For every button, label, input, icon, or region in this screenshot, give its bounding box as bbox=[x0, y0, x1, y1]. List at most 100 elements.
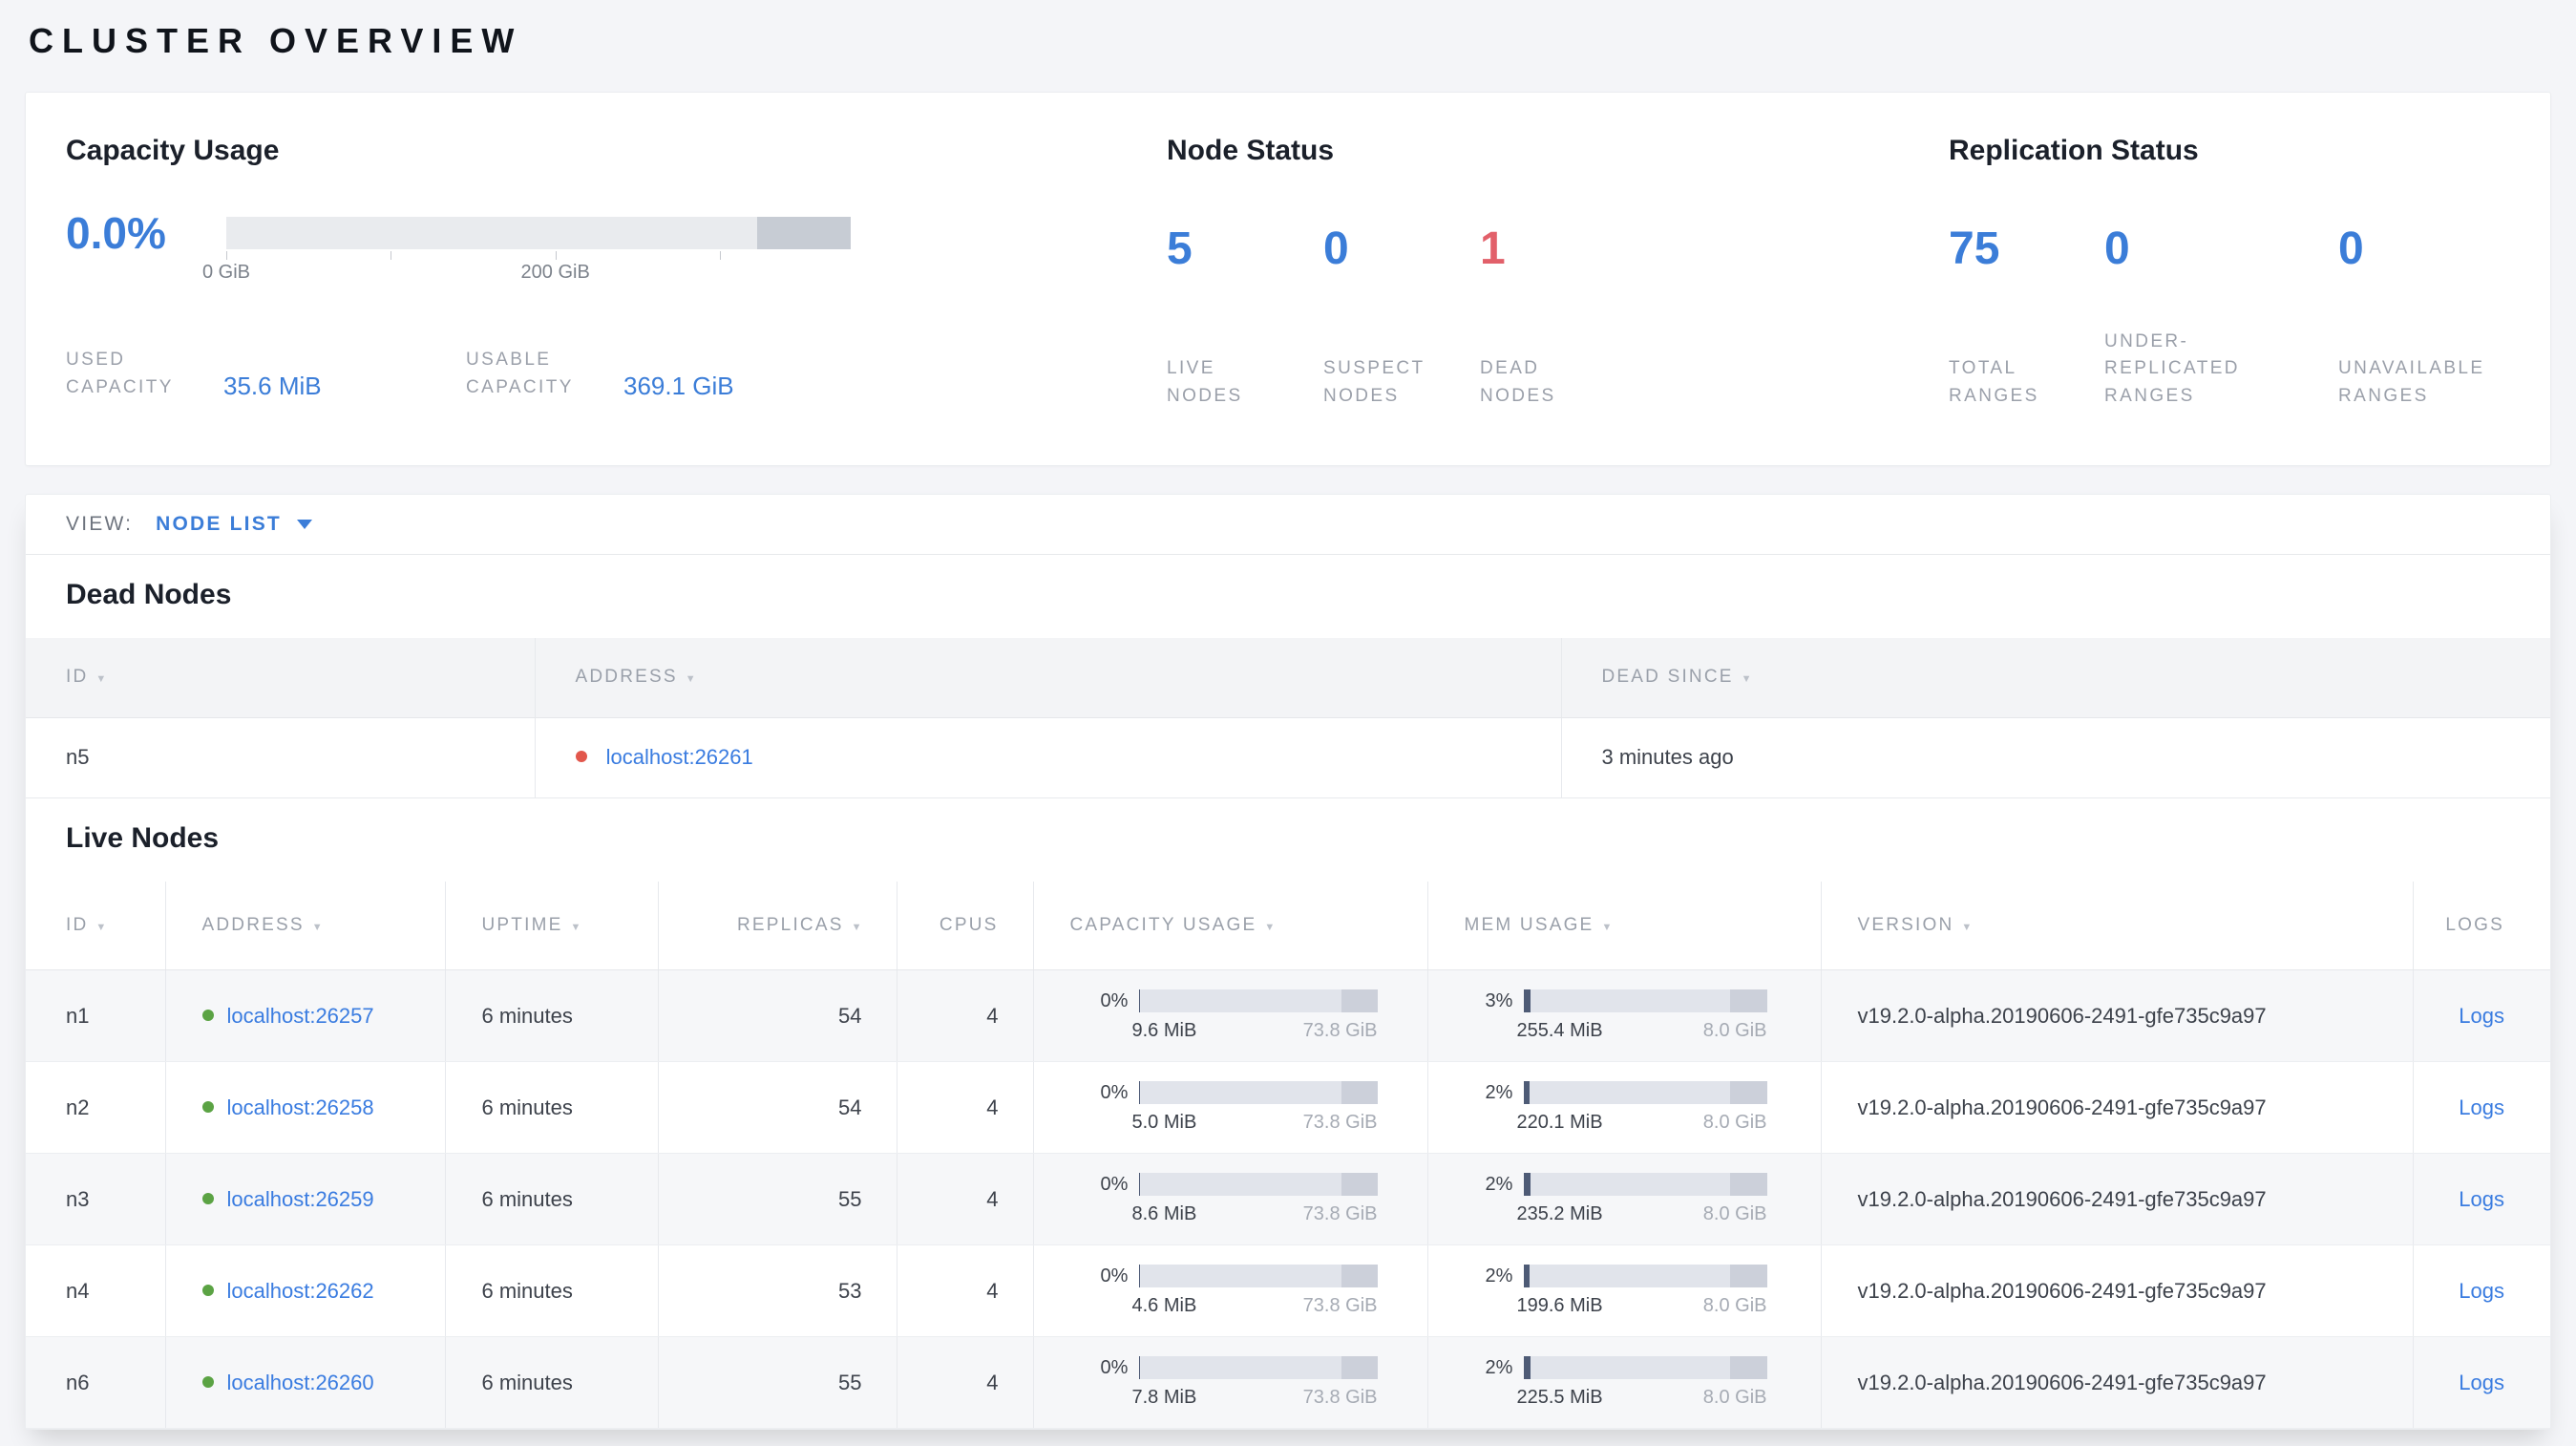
column-header-version[interactable]: VERSION ▼ bbox=[1820, 881, 2413, 970]
mem-used: 225.5 MiB bbox=[1516, 1387, 1603, 1408]
node-mem-usage: 2% 235.2 MiB 8.0 GiB bbox=[1426, 1153, 1821, 1245]
mem-percent: 2% bbox=[1485, 1265, 1513, 1287]
column-header-capacity-usage[interactable]: CAPACITY USAGE ▼ bbox=[1032, 881, 1427, 970]
sort-icon: ▼ bbox=[1601, 921, 1613, 933]
column-header-logs: LOGS bbox=[2412, 881, 2550, 970]
column-header-address[interactable]: ADDRESS ▼ bbox=[534, 638, 1561, 718]
mem-used: 255.4 MiB bbox=[1516, 1020, 1603, 1041]
node-capacity-usage: 0% 7.8 MiB 73.8 GiB bbox=[1032, 1336, 1427, 1429]
capacity-bar bbox=[1138, 989, 1378, 1012]
node-status-section: Node Status 5 LIVE NODES 0 SUSPECT NODES… bbox=[1163, 93, 1945, 465]
logs-link[interactable]: Logs bbox=[2459, 1095, 2504, 1119]
suspect-nodes-label: SUSPECT NODES bbox=[1323, 358, 1425, 406]
node-cpus: 4 bbox=[896, 1153, 1033, 1245]
node-address-link[interactable]: localhost:26262 bbox=[227, 1279, 374, 1303]
table-row: n4 localhost:26262 6 minutes 53 4 0% 4.6… bbox=[26, 1244, 2550, 1337]
capacity-used: 8.6 MiB bbox=[1131, 1203, 1197, 1224]
view-label: VIEW: bbox=[66, 513, 134, 535]
column-header-uptime[interactable]: UPTIME ▼ bbox=[444, 881, 658, 970]
node-id: n3 bbox=[26, 1153, 165, 1245]
node-mem-usage: 2% 199.6 MiB 8.0 GiB bbox=[1426, 1244, 1821, 1337]
node-uptime: 6 minutes bbox=[444, 969, 658, 1062]
mem-bar bbox=[1523, 1356, 1767, 1379]
node-list-panel: VIEW: NODE LIST Dead Nodes ID ▼ ADDRESS ▼ … bbox=[25, 494, 2551, 1430]
summary-card: Capacity Usage 0.0% 0 GiB 200 GiB USED C… bbox=[25, 92, 2551, 466]
capacity-total: 73.8 GiB bbox=[1302, 1295, 1378, 1316]
table-row: n6 localhost:26260 6 minutes 55 4 0% 7.8… bbox=[26, 1336, 2550, 1429]
node-capacity-usage: 0% 8.6 MiB 73.8 GiB bbox=[1032, 1153, 1427, 1245]
table-row: n3 localhost:26259 6 minutes 55 4 0% 8.6… bbox=[26, 1153, 2550, 1245]
total-ranges-count: 75 bbox=[1949, 223, 2000, 274]
capacity-percent: 0% bbox=[1100, 1173, 1129, 1195]
view-selector[interactable]: NODE LIST bbox=[156, 513, 312, 536]
replication-status-title: Replication Status bbox=[1949, 135, 2199, 166]
node-capacity-usage: 0% 9.6 MiB 73.8 GiB bbox=[1032, 969, 1427, 1062]
logs-link[interactable]: Logs bbox=[2459, 1187, 2504, 1211]
node-address-link[interactable]: localhost:26261 bbox=[606, 745, 753, 769]
node-address-link[interactable]: localhost:26258 bbox=[227, 1095, 374, 1119]
node-id: n6 bbox=[26, 1336, 165, 1429]
sort-icon: ▼ bbox=[1961, 921, 1973, 933]
suspect-nodes-count: 0 bbox=[1323, 223, 1349, 274]
capacity-used: 7.8 MiB bbox=[1131, 1387, 1197, 1408]
column-header-mem-usage[interactable]: MEM USAGE ▼ bbox=[1426, 881, 1821, 970]
node-id: n2 bbox=[26, 1061, 165, 1154]
mem-total: 8.0 GiB bbox=[1702, 1112, 1767, 1133]
mem-total: 8.0 GiB bbox=[1702, 1295, 1767, 1316]
capacity-percent: 0% bbox=[1100, 1081, 1129, 1103]
node-address-link[interactable]: localhost:26257 bbox=[227, 1004, 374, 1028]
used-capacity-stat: USED CAPACITY 35.6 MiB bbox=[66, 347, 466, 401]
view-selected-value: NODE LIST bbox=[156, 513, 282, 535]
capacity-used: 9.6 MiB bbox=[1131, 1020, 1197, 1041]
dead-nodes-table: ID ▼ ADDRESS ▼ DEAD SINCE ▼ n5 localhost:26… bbox=[26, 638, 2550, 798]
view-bar: VIEW: NODE LIST bbox=[26, 495, 2550, 555]
used-capacity-value: 35.6 MiB bbox=[223, 372, 322, 401]
column-header-id[interactable]: ID ▼ bbox=[26, 638, 535, 718]
node-cpus: 4 bbox=[896, 1336, 1033, 1429]
under-replicated-ranges-count: 0 bbox=[2104, 223, 2130, 274]
column-header-replicas[interactable]: REPLICAS ▼ bbox=[657, 881, 897, 970]
node-replicas: 53 bbox=[657, 1244, 897, 1337]
column-header-dead-since[interactable]: DEAD SINCE ▼ bbox=[1560, 638, 2550, 718]
mem-used: 220.1 MiB bbox=[1516, 1112, 1603, 1133]
sort-icon: ▼ bbox=[311, 921, 323, 933]
mem-percent: 2% bbox=[1485, 1356, 1513, 1378]
axis-tick bbox=[226, 251, 227, 260]
total-ranges-stat: 75 TOTAL RANGES bbox=[1949, 226, 2082, 410]
column-header-address[interactable]: ADDRESS ▼ bbox=[164, 881, 445, 970]
column-header-id[interactable]: ID ▼ bbox=[26, 881, 165, 970]
sort-icon: ▼ bbox=[851, 921, 862, 933]
mem-total: 8.0 GiB bbox=[1702, 1387, 1767, 1408]
dead-nodes-count: 1 bbox=[1480, 223, 1506, 274]
axis-label-0: 0 GiB bbox=[201, 262, 251, 283]
node-mem-usage: 3% 255.4 MiB 8.0 GiB bbox=[1426, 969, 1821, 1062]
capacity-axis: 0 GiB 200 GiB bbox=[202, 249, 851, 287]
capacity-total: 73.8 GiB bbox=[1302, 1020, 1378, 1041]
node-version: v19.2.0-alpha.20190606-2491-gfe735c9a97 bbox=[1820, 1336, 2413, 1429]
logs-link[interactable]: Logs bbox=[2459, 1279, 2504, 1303]
node-version: v19.2.0-alpha.20190606-2491-gfe735c9a97 bbox=[1820, 1153, 2413, 1245]
logs-link[interactable]: Logs bbox=[2459, 1004, 2504, 1028]
cluster-overview-page: CLUSTER OVERVIEW Capacity Usage 0.0% 0 G… bbox=[0, 0, 2576, 1430]
sort-icon: ▼ bbox=[570, 921, 581, 933]
live-nodes-label: LIVE NODES bbox=[1167, 358, 1243, 406]
page-title: CLUSTER OVERVIEW bbox=[29, 21, 523, 60]
under-replicated-ranges-label: UNDER-REPLICATED RANGES bbox=[2104, 330, 2240, 406]
capacity-total: 73.8 GiB bbox=[1302, 1112, 1378, 1133]
node-replicas: 55 bbox=[657, 1336, 897, 1429]
dead-nodes-label: DEAD NODES bbox=[1480, 358, 1556, 406]
node-version: v19.2.0-alpha.20190606-2491-gfe735c9a97 bbox=[1820, 1061, 2413, 1154]
mem-percent: 2% bbox=[1485, 1081, 1513, 1103]
node-mem-usage: 2% 220.1 MiB 8.0 GiB bbox=[1426, 1061, 1821, 1154]
capacity-percent-value: 0.0% bbox=[66, 208, 166, 258]
capacity-bar-cap bbox=[756, 217, 851, 249]
capacity-percent: 0% bbox=[1100, 1265, 1129, 1287]
dead-since-value: 3 minutes ago bbox=[1560, 717, 2550, 798]
capacity-usage-bar: 0 GiB 200 GiB bbox=[202, 217, 851, 287]
logs-link[interactable]: Logs bbox=[2459, 1371, 2504, 1394]
node-address-link[interactable]: localhost:26259 bbox=[227, 1187, 374, 1211]
capacity-used: 5.0 MiB bbox=[1131, 1112, 1197, 1133]
column-header-cpus: CPUS bbox=[896, 881, 1033, 970]
node-address-link[interactable]: localhost:26260 bbox=[227, 1371, 374, 1394]
node-status-title: Node Status bbox=[1167, 135, 1335, 166]
